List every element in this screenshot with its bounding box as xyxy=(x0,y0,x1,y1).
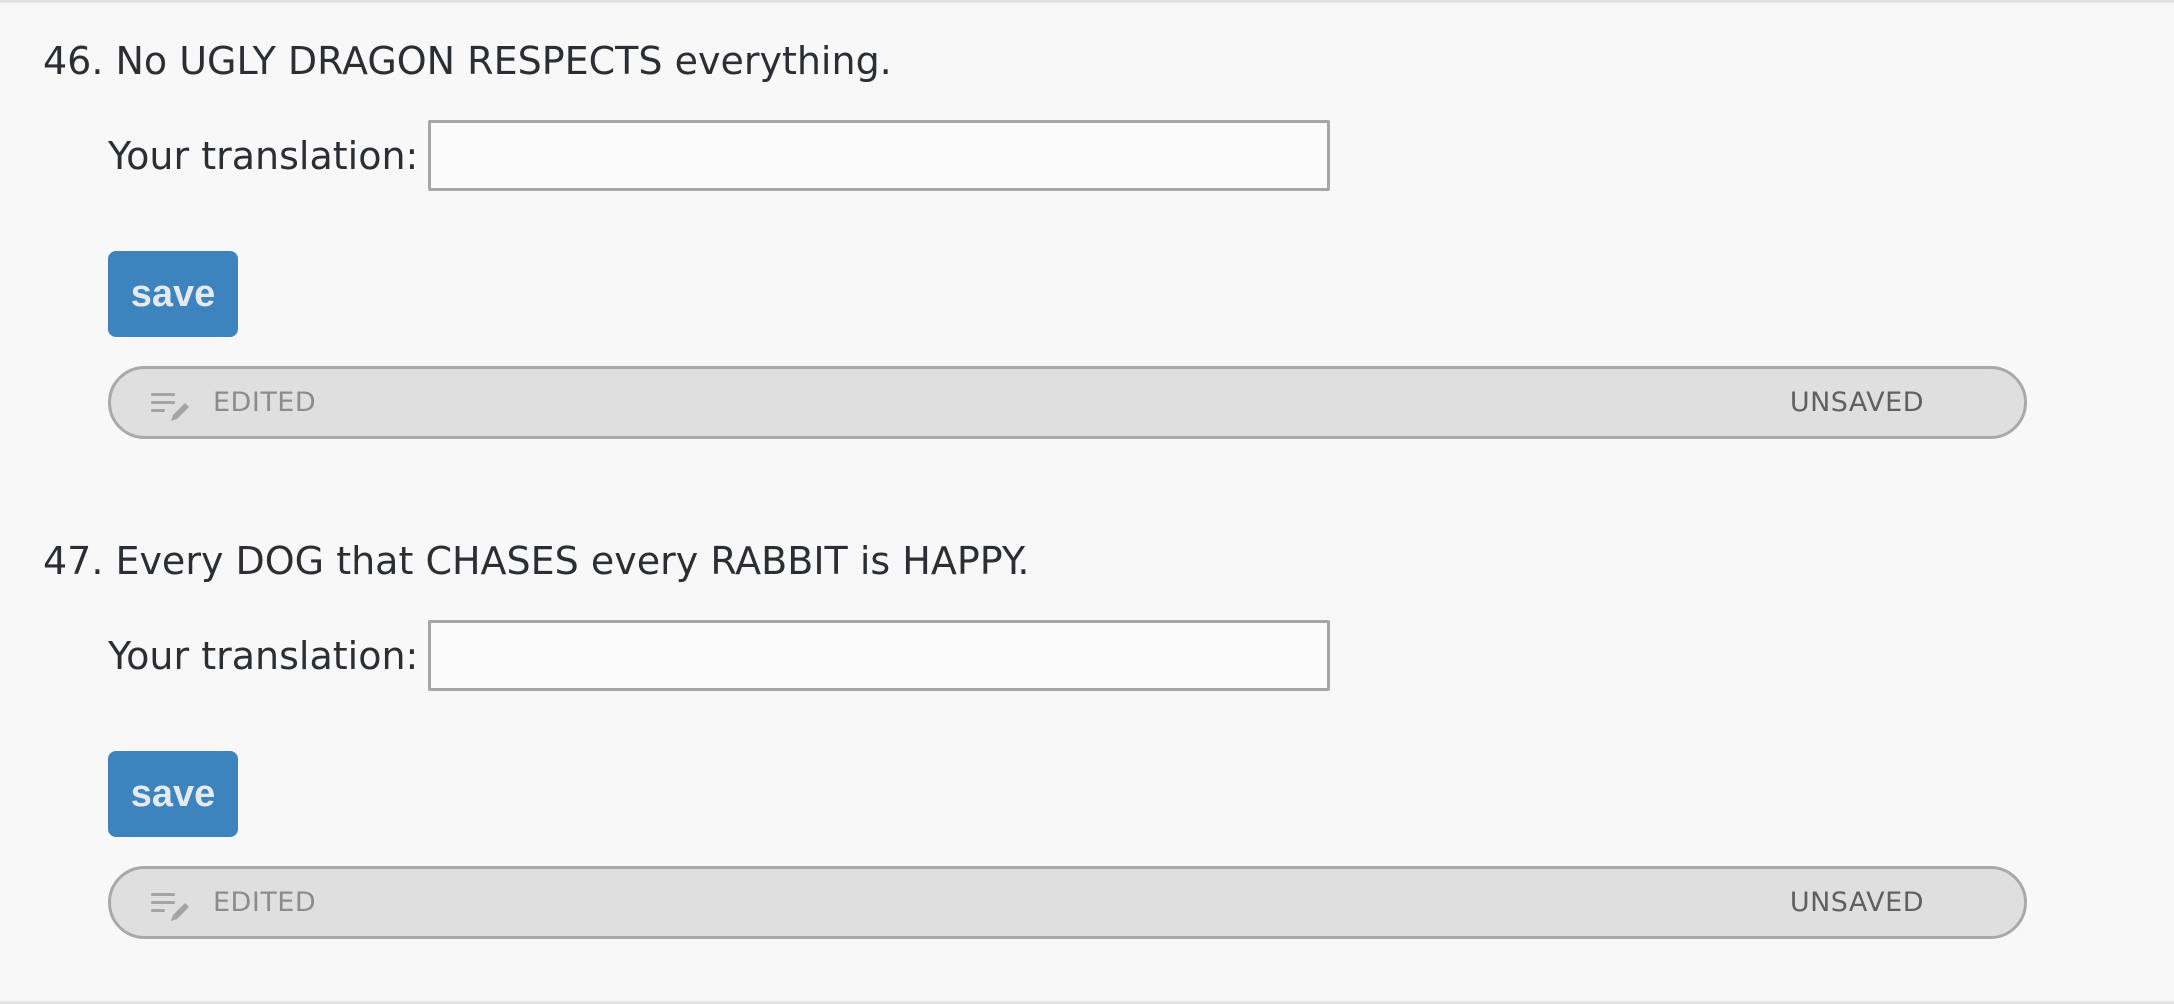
status-edited: EDITED xyxy=(213,387,317,418)
question-number: 46. xyxy=(43,39,104,83)
status-unsaved: UNSAVED xyxy=(1789,387,1924,418)
edit-note-icon xyxy=(151,393,189,421)
save-button[interactable]: save xyxy=(108,751,238,837)
exercise-page: 46. No UGLY DRAGON RESPECTS everything. Y… xyxy=(0,0,2174,1004)
status-bar: EDITED UNSAVED xyxy=(108,366,2027,439)
question-title: 46. No UGLY DRAGON RESPECTS everything. xyxy=(43,33,892,89)
save-button[interactable]: save xyxy=(108,251,238,337)
question-text: Every DOG that CHASES every RABBIT is HA… xyxy=(115,539,1030,583)
translation-input[interactable] xyxy=(428,120,1331,191)
translation-label: Your translation: xyxy=(108,133,419,178)
edit-note-icon xyxy=(151,893,189,921)
question-title: 47. Every DOG that CHASES every RABBIT is… xyxy=(43,533,1029,589)
status-unsaved: UNSAVED xyxy=(1789,887,1924,918)
translation-row: Your translation: xyxy=(108,620,1331,691)
translation-label: Your translation: xyxy=(108,633,419,678)
translation-row: Your translation: xyxy=(108,120,1331,191)
status-bar: EDITED UNSAVED xyxy=(108,866,2027,939)
status-edited: EDITED xyxy=(213,887,317,918)
question-text: No UGLY DRAGON RESPECTS everything. xyxy=(115,39,892,83)
translation-input[interactable] xyxy=(428,620,1331,691)
question-number: 47. xyxy=(43,539,104,583)
